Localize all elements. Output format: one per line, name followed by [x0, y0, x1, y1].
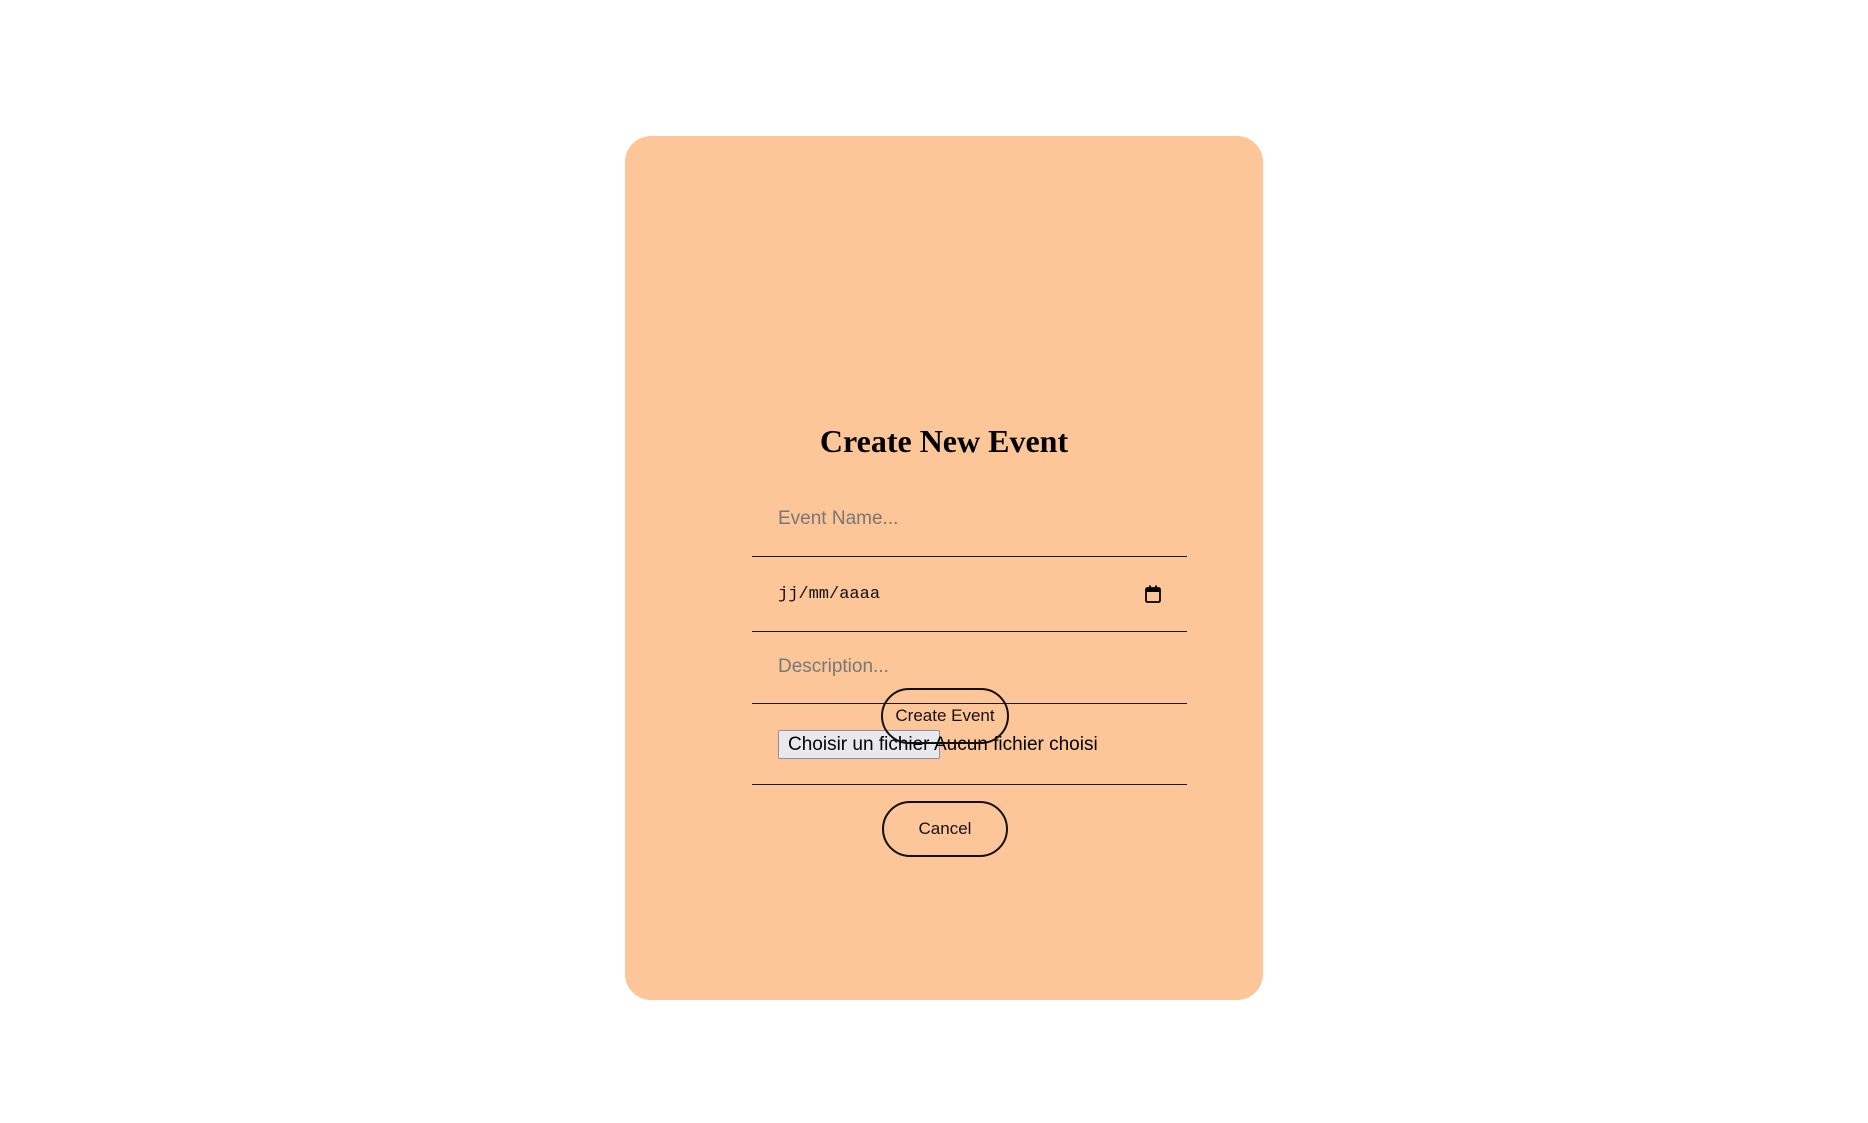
- calendar-icon[interactable]: [1145, 585, 1161, 603]
- cancel-button[interactable]: Cancel: [882, 801, 1008, 857]
- create-event-button[interactable]: Create Event: [881, 688, 1009, 744]
- description-placeholder: Description...: [778, 656, 889, 677]
- create-event-card: Create New Event Event Name... jj/mm/aaa…: [625, 136, 1263, 1000]
- event-name-field[interactable]: Event Name...: [752, 483, 1187, 557]
- page-title: Create New Event: [819, 423, 1069, 459]
- event-date-field[interactable]: jj/mm/aaaa: [752, 557, 1187, 632]
- date-placeholder: jj/mm/aaaa: [778, 585, 881, 604]
- event-name-placeholder: Event Name...: [778, 508, 899, 529]
